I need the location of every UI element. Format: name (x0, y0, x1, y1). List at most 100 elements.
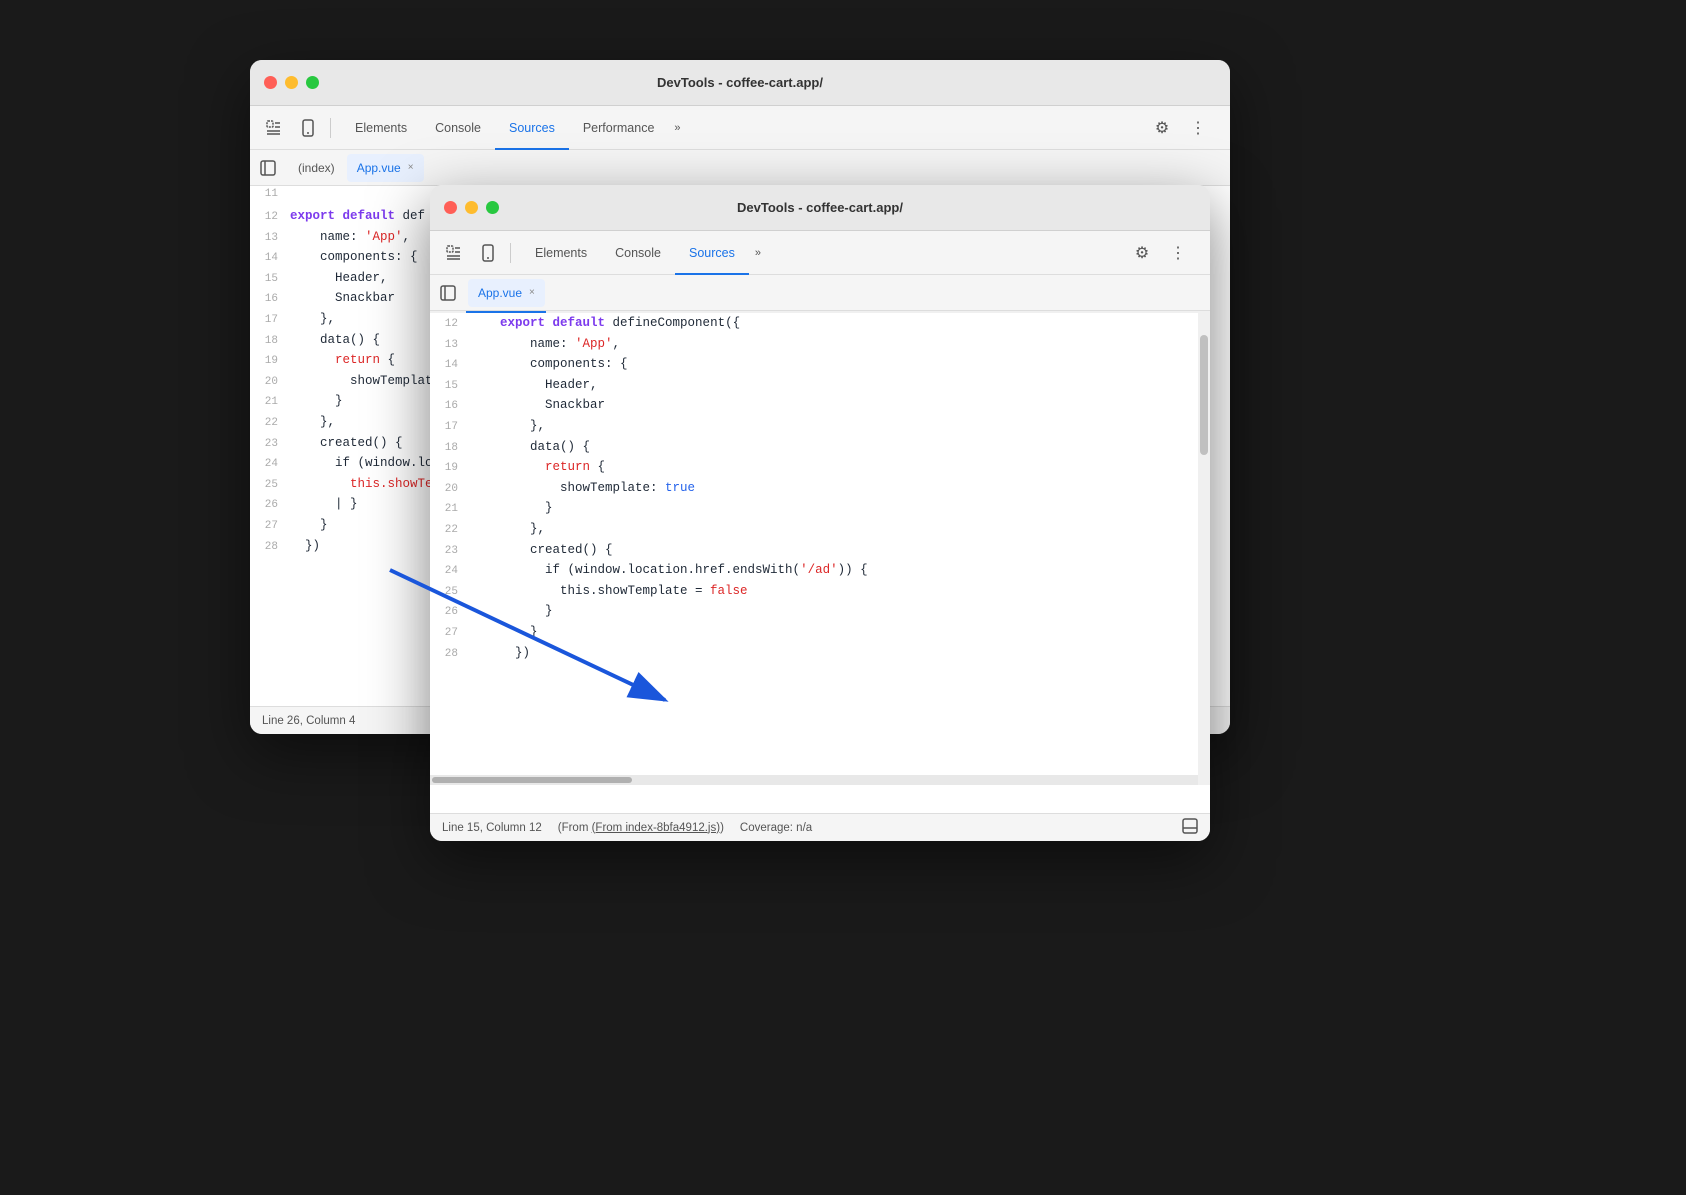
line-number: 26 (430, 604, 470, 622)
status-source-front: (From (From index-8bfa4912.js)) (558, 822, 724, 834)
line-number: 18 (250, 333, 290, 351)
maximize-button-back[interactable] (306, 76, 319, 89)
line-content: showTemplate: true (470, 478, 1210, 498)
nav-tabs-back: Elements Console Sources Performance » (337, 106, 1144, 150)
line-number: 19 (250, 353, 290, 371)
scrollbar-front[interactable] (1198, 313, 1210, 785)
line-content: return { (470, 457, 1210, 477)
line-content: export default defineComponent({ (470, 313, 1210, 333)
line-number: 13 (430, 337, 470, 355)
code-line: 12 export default defineComponent({ (430, 313, 1210, 334)
nav-tabs-front: Elements Console Sources » (517, 231, 1124, 275)
tab-more-back[interactable]: » (668, 118, 686, 138)
file-tab-index[interactable]: (index) (288, 154, 345, 182)
file-tab-close-front[interactable]: × (529, 287, 535, 298)
drawer-icon-front[interactable] (1182, 818, 1198, 837)
line-number: 11 (250, 186, 290, 204)
tab-console-front[interactable]: Console (601, 231, 675, 275)
line-number: 17 (430, 419, 470, 437)
sidebar-toggle-back[interactable] (254, 154, 282, 182)
status-coverage-front: Coverage: n/a (740, 822, 812, 834)
close-button-front[interactable] (444, 201, 457, 214)
toolbar-front: Elements Console Sources » ⚙ ⋮ (430, 231, 1210, 275)
line-content: } (470, 601, 1210, 621)
tab-elements-back[interactable]: Elements (341, 106, 421, 150)
line-content: Header, (470, 375, 1210, 395)
line-number: 25 (430, 584, 470, 602)
h-scrollbar-thumb-front (432, 777, 632, 783)
line-content: data() { (470, 437, 1210, 457)
line-number: 19 (430, 460, 470, 478)
code-line: 28 }) (430, 643, 1210, 664)
line-number: 26 (250, 497, 290, 515)
line-number: 18 (430, 440, 470, 458)
code-line: 25 this.showTemplate = false (430, 581, 1210, 602)
line-number: 21 (250, 394, 290, 412)
sidebar-toggle-front[interactable] (434, 279, 462, 307)
source-link-front[interactable]: (From index-8bfa4912.js) (592, 822, 720, 834)
device-icon[interactable] (292, 112, 324, 144)
tab-console-back[interactable]: Console (421, 106, 495, 150)
line-content: if (window.location.href.endsWith('/ad')… (470, 560, 1210, 580)
h-scrollbar-front[interactable] (430, 775, 1198, 785)
devtools-window-front: DevTools - coffee-cart.app/ Elements Con… (430, 185, 1210, 841)
minimize-button-back[interactable] (285, 76, 298, 89)
code-line: 14 components: { (430, 354, 1210, 375)
tab-more-front[interactable]: » (749, 243, 767, 263)
line-number: 12 (250, 209, 290, 227)
titlebar-back: DevTools - coffee-cart.app/ (250, 60, 1230, 106)
line-number: 24 (250, 456, 290, 474)
line-number: 27 (430, 625, 470, 643)
file-tabs-back: (index) App.vue × (250, 150, 1230, 186)
settings-icon-front[interactable]: ⚙ (1126, 237, 1158, 269)
line-content: } (470, 622, 1210, 642)
line-content: components: { (470, 354, 1210, 374)
code-line: 15 Header, (430, 375, 1210, 396)
maximize-button-front[interactable] (486, 201, 499, 214)
code-line: 27 } (430, 622, 1210, 643)
line-number: 14 (250, 250, 290, 268)
file-tab-appvue-back[interactable]: App.vue × (347, 154, 424, 182)
tab-sources-back[interactable]: Sources (495, 106, 569, 150)
line-content: created() { (470, 540, 1210, 560)
code-line: 24 if (window.location.href.endsWith('/a… (430, 560, 1210, 581)
close-button-back[interactable] (264, 76, 277, 89)
minimize-button-front[interactable] (465, 201, 478, 214)
file-tab-appvue-label-back: App.vue (357, 161, 401, 175)
tab-sources-front[interactable]: Sources (675, 231, 749, 275)
inspect-icon-front[interactable] (438, 237, 470, 269)
more-icon-front[interactable]: ⋮ (1162, 237, 1194, 269)
line-number: 17 (250, 312, 290, 330)
line-number: 22 (250, 415, 290, 433)
toolbar-right-front: ⚙ ⋮ (1126, 237, 1202, 269)
more-icon-back[interactable]: ⋮ (1182, 112, 1214, 144)
line-content: } (470, 498, 1210, 518)
line-number: 28 (250, 539, 290, 557)
window-controls-front (444, 201, 499, 214)
line-number: 15 (430, 378, 470, 396)
line-number: 16 (250, 291, 290, 309)
line-number: 27 (250, 518, 290, 536)
line-content: name: 'App', (470, 334, 1210, 354)
tab-performance-back[interactable]: Performance (569, 106, 669, 150)
file-tab-appvue-label-front: App.vue (478, 286, 522, 300)
line-number: 16 (430, 398, 470, 416)
toolbar-separator (330, 118, 331, 138)
line-number: 21 (430, 501, 470, 519)
line-number: 20 (430, 481, 470, 499)
code-line: 22 }, (430, 519, 1210, 540)
window-controls-back (264, 76, 319, 89)
tab-elements-front[interactable]: Elements (521, 231, 601, 275)
file-tab-appvue-front[interactable]: App.vue × (468, 279, 545, 307)
code-line: 18 data() { (430, 437, 1210, 458)
line-number: 22 (430, 522, 470, 540)
file-tab-close-back[interactable]: × (408, 162, 414, 173)
line-number: 13 (250, 230, 290, 248)
line-content: }, (470, 416, 1210, 436)
line-content: }, (470, 519, 1210, 539)
device-icon-front[interactable] (472, 237, 504, 269)
code-line: 23 created() { (430, 540, 1210, 561)
toolbar-back: Elements Console Sources Performance » ⚙… (250, 106, 1230, 150)
inspect-icon[interactable] (258, 112, 290, 144)
settings-icon-back[interactable]: ⚙ (1146, 112, 1178, 144)
